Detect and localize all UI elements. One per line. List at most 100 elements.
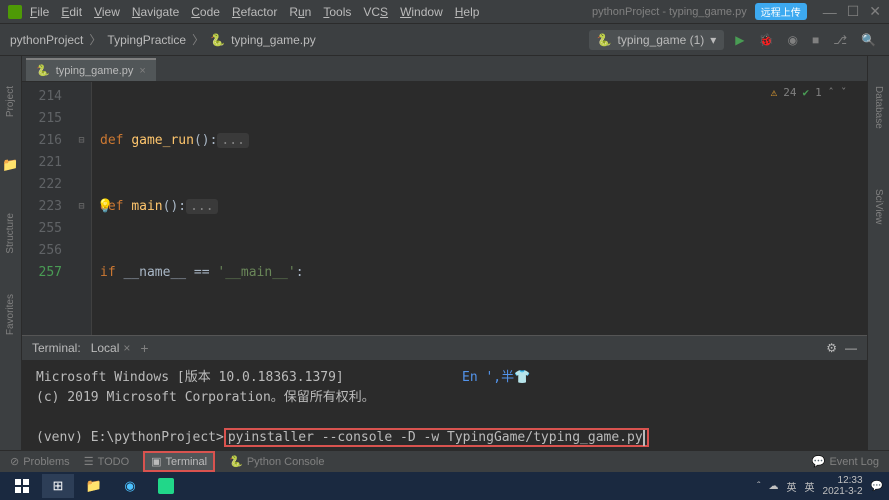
edge-icon[interactable]: ◉ [114,474,146,498]
editor-tab-bar: 🐍 typing_game.py × [22,56,867,82]
window-title: pythonProject - typing_game.py [592,6,747,18]
menu-navigate[interactable]: Navigate [132,5,179,19]
structure-tool-button[interactable]: Structure [5,213,16,254]
fold-toggle[interactable]: ⊟ [72,130,91,152]
terminal-tab-label: Local [91,341,120,355]
terminal-cursor [643,430,645,446]
line-number: 214 [22,86,62,108]
check-count: 1 [815,86,822,99]
ime-indicator: En ',半👕 [462,368,530,388]
run-config-label: typing_game (1) [618,33,705,47]
navigation-bar: pythonProject 〉 TypingPractice 〉 🐍 typin… [0,24,889,56]
tab-filename: typing_game.py [56,65,134,77]
menu-refactor[interactable]: Refactor [232,5,277,19]
main-area: Project 📁 Structure Favorites 🐍 typing_g… [0,56,889,450]
terminal-tab[interactable]: Local × [91,341,131,355]
clock[interactable]: 12:33 2021-3-2 [823,475,863,497]
ime-lang-2[interactable]: 英 [805,479,815,494]
menu-view[interactable]: View [94,5,120,19]
list-icon: ☰ [84,455,94,468]
problems-tool-button[interactable]: ⊘Problems [10,455,70,468]
python-file-icon: 🐍 [36,64,50,77]
chevron-up-icon[interactable]: ˆ [828,86,835,99]
menu-help[interactable]: Help [455,5,480,19]
menu-tools[interactable]: Tools [323,5,351,19]
sciview-tool-button[interactable]: SciView [873,189,884,224]
pycharm-icon[interactable] [150,474,182,498]
minimize-button[interactable]: — [823,4,837,20]
line-number-gutter: 214 215 216 221 222 223 255 256 257 [22,82,72,335]
code-editor[interactable]: ⚠ 24 ✔ 1 ˆ ˇ 214 215 216 221 222 223 255… [22,82,867,335]
close-tab-button[interactable]: × [139,65,145,77]
menu-run[interactable]: Run [289,5,311,19]
search-everywhere-button[interactable]: 🔍 [858,30,879,50]
line-number: 257 [22,262,62,284]
menu-file[interactable]: File [30,5,49,19]
database-tool-button[interactable]: Database [873,86,884,129]
onedrive-icon[interactable]: ☁ [769,481,779,492]
left-tool-strip: Project 📁 Structure Favorites [0,56,22,450]
warning-icon: ⚠ [771,86,778,99]
terminal-line: Microsoft Windows [版本 10.0.18363.1379] [36,368,853,388]
intention-bulb-icon[interactable]: 💡 [97,196,113,218]
python-console-tool-button[interactable]: 🐍Python Console [229,455,324,468]
menu-vcs[interactable]: VCS [363,5,388,19]
terminal-prompt-line: (venv) E:\pythonProject>pyinstaller --co… [36,428,853,448]
terminal-output[interactable]: En ',半👕 Microsoft Windows [版本 10.0.18363… [22,360,867,450]
editor-tab[interactable]: 🐍 typing_game.py × [26,58,156,81]
task-view-button[interactable]: ⊞ [42,474,74,498]
bottom-tool-bar: ⊘Problems ☰TODO ▣Terminal 🐍Python Consol… [0,450,889,472]
line-number: 222 [22,174,62,196]
folder-icon[interactable]: 📁 [2,157,18,173]
close-button[interactable]: ✕ [869,3,881,20]
favorites-tool-button[interactable]: Favorites [5,294,16,335]
fold-toggle[interactable]: ⊟ [72,196,91,218]
vcs-button[interactable]: ⎇ [830,30,850,50]
warning-count: 24 [783,86,796,99]
line-number: 221 [22,152,62,174]
notification-icon[interactable]: 💬 [871,481,883,492]
close-terminal-tab[interactable]: × [123,341,130,355]
code-content[interactable]: def game_run():... 💡def main():... if __… [92,82,867,335]
app-icon [8,5,22,19]
right-tool-strip: Database SciView [867,56,889,450]
run-button[interactable]: ▶ [732,30,747,50]
tray-chevron-icon[interactable]: ˆ [757,481,760,492]
hide-panel-button[interactable]: — [845,341,857,355]
menu-window[interactable]: Window [400,5,443,19]
menu-edit[interactable]: Edit [61,5,82,19]
menu-code[interactable]: Code [191,5,220,19]
todo-tool-button[interactable]: ☰TODO [84,455,129,468]
breadcrumb-file[interactable]: typing_game.py [231,33,316,47]
run-with-coverage-button[interactable]: ◉ [784,30,800,50]
new-terminal-button[interactable]: + [140,340,148,356]
chevron-down-icon: ▾ [710,33,716,47]
start-button[interactable] [6,474,38,498]
chevron-down-icon[interactable]: ˇ [840,86,847,99]
terminal-title: Terminal: [32,341,81,355]
editor-container: 🐍 typing_game.py × ⚠ 24 ✔ 1 ˆ ˇ 214 215 … [22,56,867,450]
event-log-button[interactable]: 💬Event Log [812,455,879,468]
breadcrumb-project[interactable]: pythonProject [10,33,83,47]
line-number: 216 [22,130,62,152]
line-number: 255 [22,218,62,240]
file-explorer-icon[interactable]: 📁 [78,474,110,498]
inspection-widget[interactable]: ⚠ 24 ✔ 1 ˆ ˇ [771,86,847,99]
stop-button[interactable]: ■ [809,30,822,50]
fold-gutter: ⊟ ⊟ [72,82,92,335]
terminal-header: Terminal: Local × + ⚙ — [22,336,867,360]
run-configuration-selector[interactable]: 🐍 typing_game (1) ▾ [589,30,725,50]
maximize-button[interactable]: ☐ [847,3,860,20]
line-number: 256 [22,240,62,262]
project-tool-button[interactable]: Project [5,86,16,117]
breadcrumb-folder[interactable]: TypingPractice [107,33,186,47]
terminal-tool-button[interactable]: ▣Terminal [143,451,215,472]
gear-icon[interactable]: ⚙ [826,341,837,355]
float-badge[interactable]: 远程上传 [755,3,807,20]
chevron-right-icon: 〉 [192,31,204,48]
check-icon: ✔ [803,86,810,99]
terminal-command: pyinstaller --console -D -w TypingGame/t… [228,430,643,445]
ime-lang-1[interactable]: 英 [787,479,797,494]
debug-button[interactable]: 🐞 [756,30,777,50]
chevron-right-icon: 〉 [89,31,101,48]
